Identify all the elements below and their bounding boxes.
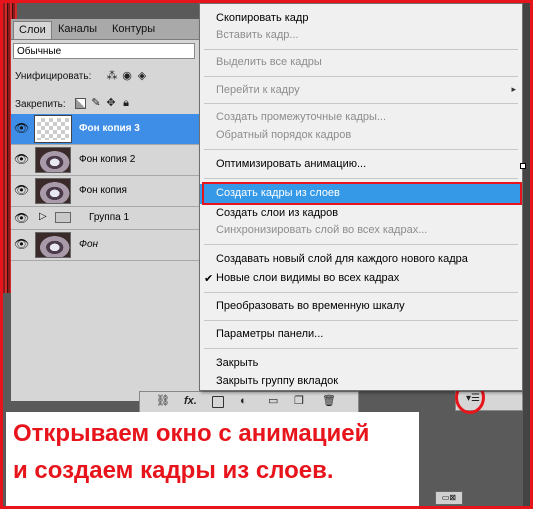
menu-item-go-to-frame[interactable]: Перейти к кадру — [216, 83, 300, 98]
tab-paths[interactable]: Контуры — [107, 21, 160, 38]
layer-thumbnail — [35, 178, 71, 204]
expand-triangle-icon[interactable]: ▷ — [39, 211, 47, 222]
lock-label: Закрепить: — [15, 99, 66, 110]
layer-row[interactable]: 👁︎ Фон копия 3 — [11, 114, 199, 145]
new-layer-icon[interactable]: ❐ — [294, 395, 304, 408]
eye-icon[interactable]: 👁︎ — [14, 212, 29, 224]
layer-thumbnail — [35, 232, 71, 258]
lock-all-icon[interactable]: 🔒︎ — [120, 97, 132, 109]
menu-item-flatten-frames-into-layers[interactable]: Создать слои из кадров — [216, 206, 338, 221]
layers-panel: Слои Каналы Контуры Обычные Унифицироват… — [11, 19, 200, 401]
right-edge — [523, 3, 530, 506]
layer-name: Фон копия — [79, 185, 127, 196]
red-highlight-box — [202, 182, 522, 205]
layers-bottom-toolbar: ⛓︎ fx. ◐ ▭ ❐ 🗑︎ — [139, 391, 359, 413]
layer-thumbnail — [35, 147, 71, 173]
layers-list: 👁︎ Фон копия 3 👁︎ Фон копия 2 👁︎ Фон коп… — [11, 114, 199, 269]
resize-handle[interactable] — [520, 163, 526, 169]
menu-item-tween[interactable]: Создать промежуточные кадры... — [216, 110, 386, 125]
menu-separator — [204, 76, 518, 77]
unify-style-icon[interactable]: ◈ — [136, 70, 148, 82]
layer-name: Фон копия 3 — [79, 123, 140, 134]
menu-item-close[interactable]: Закрыть — [216, 356, 258, 371]
tab-layers[interactable]: Слои — [13, 21, 52, 39]
menu-separator — [204, 178, 518, 179]
menu-item-copy-frame[interactable]: Скопировать кадр — [216, 11, 308, 26]
mask-icon[interactable] — [212, 396, 224, 408]
menu-item-close-tab-group[interactable]: Закрыть группу вкладок — [216, 374, 338, 389]
menu-separator — [204, 244, 518, 245]
adjustment-icon[interactable]: ◐ — [240, 395, 247, 408]
layer-name: Группа 1 — [89, 212, 130, 223]
trash-icon[interactable]: 🗑︎ — [322, 395, 336, 408]
layer-thumbnail — [34, 115, 72, 143]
submenu-arrow-icon: ▸ — [511, 84, 516, 94]
menu-separator — [204, 320, 518, 321]
caption-line-1: Открываем окно с анимацией — [13, 420, 370, 447]
checkmark-icon: ✔ — [204, 273, 214, 285]
menu-item-new-layer-each-frame[interactable]: Создавать новый слой для каждого нового … — [216, 252, 468, 267]
menu-separator — [204, 49, 518, 50]
menu-item-optimize-animation[interactable]: Оптимизировать анимацию... — [216, 157, 366, 172]
link-icon[interactable]: ⛓︎ — [156, 395, 170, 408]
menu-item-new-layers-visible[interactable]: Новые слои видимы во всех кадрах — [216, 271, 399, 286]
unify-visibility-icon[interactable]: ◉ — [121, 70, 133, 82]
eye-icon[interactable]: 👁︎ — [14, 122, 29, 134]
layer-row[interactable]: 👁︎ Фон копия 2 — [11, 145, 199, 176]
lock-position-icon[interactable]: ✥ — [105, 97, 117, 109]
menu-separator — [204, 292, 518, 293]
menu-item-select-all-frames[interactable]: Выделить все кадры — [216, 55, 322, 70]
caption-line-2: и создаем кадры из слоев. — [13, 457, 334, 484]
lock-pixels-icon[interactable]: ✎ — [90, 97, 102, 109]
eye-icon[interactable]: 👁︎ — [14, 184, 29, 196]
menu-item-convert-to-timeline[interactable]: Преобразовать во временную шкалу — [216, 299, 405, 314]
menu-separator — [204, 103, 518, 104]
tab-channels[interactable]: Каналы — [53, 21, 102, 38]
group-icon[interactable]: ▭ — [268, 395, 278, 408]
fx-icon[interactable]: fx. — [184, 395, 197, 408]
folder-icon — [55, 212, 71, 223]
screenshot-frame: Слои Каналы Контуры Обычные Унифицироват… — [0, 0, 533, 509]
menu-item-reverse-frames[interactable]: Обратный порядок кадров — [216, 128, 351, 143]
layer-row[interactable]: 👁︎ Фон — [11, 230, 199, 261]
eye-icon[interactable]: 👁︎ — [14, 238, 29, 250]
panel-context-menu: Скопировать кадр Вставить кадр... Выдели… — [199, 3, 523, 391]
eye-icon[interactable]: 👁︎ — [14, 153, 29, 165]
unify-label: Унифицировать: — [15, 71, 92, 82]
lock-transparency-icon[interactable] — [75, 98, 86, 109]
menu-item-match-layer[interactable]: Синхронизировать слой во всех кадрах... — [216, 223, 427, 238]
menu-separator — [204, 149, 518, 150]
layer-name: Фон копия 2 — [79, 154, 136, 165]
unify-position-icon[interactable]: ⁂ — [106, 70, 118, 82]
blend-mode-select[interactable]: Обычные — [13, 43, 195, 59]
layer-group-row[interactable]: 👁︎ ▷ Группа 1 — [11, 207, 199, 230]
layer-row[interactable]: 👁︎ Фон копия — [11, 176, 199, 207]
menu-item-panel-options[interactable]: Параметры панели... — [216, 327, 323, 342]
mini-toolbar-button[interactable]: ▭⊠ — [435, 491, 463, 505]
menu-item-paste-frame[interactable]: Вставить кадр... — [216, 28, 299, 43]
layer-name: Фон — [79, 239, 99, 250]
panel-tabs: Слои Каналы Контуры — [11, 19, 199, 40]
menu-separator — [204, 348, 518, 349]
